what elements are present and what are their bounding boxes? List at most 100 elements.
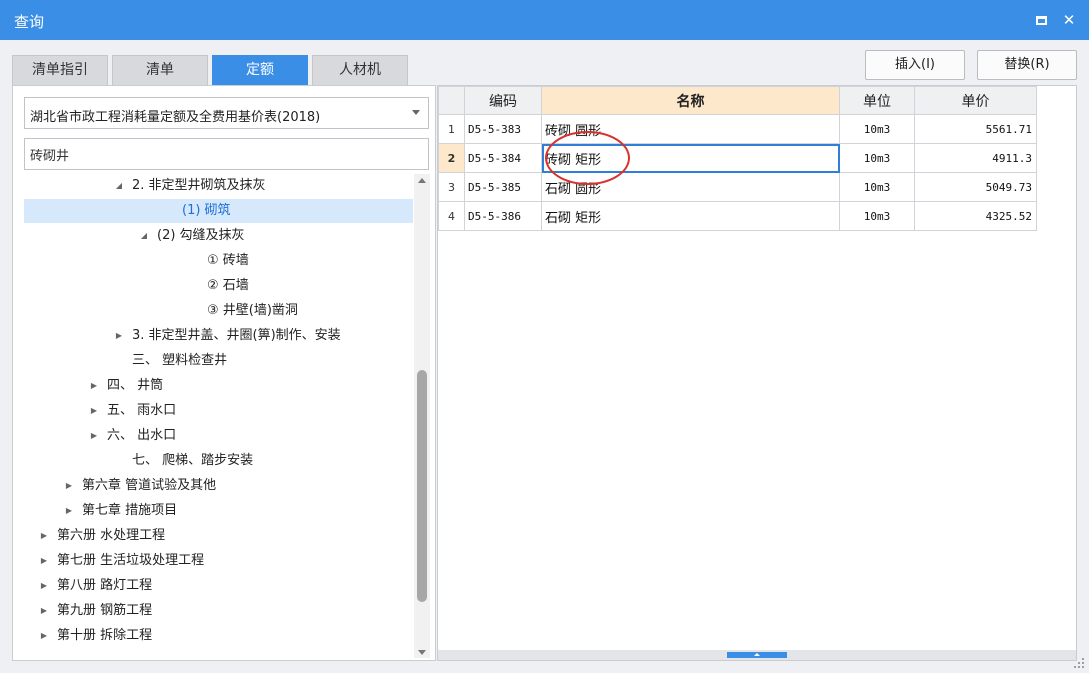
tree-collapsed-icon[interactable]: ▶ — [88, 424, 100, 448]
tree-node-label: 六、 出水口 — [107, 428, 177, 443]
tree-node[interactable]: ▶ 第七章 措施项目 — [24, 499, 413, 523]
tree-collapsed-icon[interactable]: ▶ — [88, 399, 100, 423]
tree-expanded-icon[interactable]: ◢ — [113, 174, 125, 198]
maximize-button[interactable] — [1030, 9, 1052, 31]
tree-node[interactable]: ▶ 3. 非定型井盖、井圈(箅)制作、安装 — [24, 324, 413, 348]
tree-collapsed-icon[interactable]: ▶ — [113, 324, 125, 348]
scroll-thumb[interactable] — [417, 370, 427, 602]
cell-code[interactable]: D5-5-384 — [464, 143, 542, 173]
close-button[interactable]: ✕ — [1058, 9, 1080, 31]
scroll-up-icon[interactable] — [418, 178, 426, 183]
tree-node[interactable]: ▶ 六、 出水口 — [24, 424, 413, 448]
tree-node-label: 第九册 钢筋工程 — [57, 603, 153, 618]
tree-node[interactable]: ③ 井壁(墙)凿洞 — [24, 299, 413, 323]
chevron-down-icon — [412, 110, 420, 115]
results-panel: 编码 名称 单位 单价 1 D5-5-383 砖砌 圆形 10m3 5561.7… — [437, 85, 1077, 661]
tree-node[interactable]: (1) 砌筑 — [24, 199, 413, 223]
cell-code[interactable]: D5-5-386 — [464, 201, 542, 231]
tree-node[interactable]: ▶ 第六册 水处理工程 — [24, 524, 413, 548]
quota-tree: ◢ 2. 非定型井砌筑及抹灰 (1) 砌筑 ◢ (2) 勾缝及抹灰 ① 砖墙 ② 石墙 ③ 井… — [24, 174, 413, 658]
cell-name[interactable]: 石砌 矩形 — [541, 201, 840, 231]
cell-price[interactable]: 4911.3 — [914, 143, 1037, 173]
table-row[interactable]: 4 D5-5-386 石砌 矩形 10m3 4325.52 — [438, 201, 1037, 231]
search-input[interactable] — [24, 138, 429, 170]
cell-name[interactable]: 砖砌 圆形 — [541, 114, 840, 144]
tree-node[interactable]: ◢ (2) 勾缝及抹灰 — [24, 224, 413, 248]
insert-button[interactable]: 插入(I) — [865, 50, 965, 80]
resize-grip-icon[interactable] — [1074, 658, 1086, 670]
library-select[interactable]: 湖北省市政工程消耗量定额及全费用基价表(2018) — [24, 97, 429, 129]
tree-scrollbar[interactable] — [414, 174, 430, 658]
cell-unit[interactable]: 10m3 — [839, 143, 915, 173]
column-header-name[interactable]: 名称 — [541, 86, 840, 115]
row-number: 4 — [438, 201, 465, 231]
tree-node[interactable]: ▶ 四、 井筒 — [24, 374, 413, 398]
window-title: 查询 — [14, 13, 45, 31]
tree-collapsed-icon[interactable]: ▶ — [38, 624, 50, 648]
cell-name-focused[interactable]: 砖砌 矩形 — [541, 143, 840, 173]
tree-node[interactable]: ② 石墙 — [24, 274, 413, 298]
cell-code[interactable]: D5-5-385 — [464, 172, 542, 202]
tree-node[interactable]: ◢ 2. 非定型井砌筑及抹灰 — [24, 174, 413, 198]
tree-node[interactable]: ▶ 第九册 钢筋工程 — [24, 599, 413, 623]
table-row-selected[interactable]: 2 D5-5-384 砖砌 矩形 10m3 4911.3 — [438, 143, 1037, 173]
table-header-row: 编码 名称 单位 单价 — [438, 86, 1037, 115]
table-row[interactable]: 3 D5-5-385 石砌 圆形 10m3 5049.73 — [438, 172, 1037, 202]
tree-node-label: 第六册 水处理工程 — [57, 528, 166, 543]
tree-collapsed-icon[interactable]: ▶ — [38, 549, 50, 573]
tab-labor-material-machine[interactable]: 人材机 — [312, 55, 408, 85]
splitter-grip[interactable] — [727, 652, 787, 658]
tree-node-label: 2. 非定型井砌筑及抹灰 — [132, 178, 266, 193]
maximize-icon — [1035, 16, 1047, 25]
cell-unit[interactable]: 10m3 — [839, 114, 915, 144]
cell-code[interactable]: D5-5-383 — [464, 114, 542, 144]
tab-quota[interactable]: 定额 — [212, 55, 308, 85]
cell-unit[interactable]: 10m3 — [839, 172, 915, 202]
tab-bill-guide[interactable]: 清单指引 — [12, 55, 108, 85]
tree-node-label: 七、 爬梯、踏步安装 — [132, 453, 254, 468]
tree-node-label: 第八册 路灯工程 — [57, 578, 153, 593]
tree-collapsed-icon[interactable]: ▶ — [63, 474, 75, 498]
tab-bill[interactable]: 清单 — [112, 55, 208, 85]
tree-node[interactable]: ▶ 第七册 生活垃圾处理工程 — [24, 549, 413, 573]
cell-name[interactable]: 石砌 圆形 — [541, 172, 840, 202]
tree-node-label: 第十册 拆除工程 — [57, 628, 153, 643]
table-row[interactable]: 1 D5-5-383 砖砌 圆形 10m3 5561.71 — [438, 114, 1037, 144]
tree-node[interactable]: ▶ 第十册 拆除工程 — [24, 624, 413, 648]
tree-node-label: ② 石墙 — [207, 278, 249, 293]
library-select-value: 湖北省市政工程消耗量定额及全费用基价表(2018) — [30, 110, 321, 125]
tree-collapsed-icon[interactable]: ▶ — [63, 499, 75, 523]
dialog-content: 清单指引 清单 定额 人材机 插入(I) 替换(R) 湖北省市政工程消耗量定额及… — [0, 40, 1089, 673]
cell-unit[interactable]: 10m3 — [839, 201, 915, 231]
tree-collapsed-icon[interactable]: ▶ — [38, 599, 50, 623]
column-header-unit[interactable]: 单位 — [839, 86, 915, 115]
horizontal-splitter[interactable] — [438, 650, 1076, 660]
cell-price[interactable]: 5561.71 — [914, 114, 1037, 144]
tree-collapsed-icon[interactable]: ▶ — [38, 524, 50, 548]
tree-node-label: 3. 非定型井盖、井圈(箅)制作、安装 — [132, 328, 341, 343]
tree-expanded-icon[interactable]: ◢ — [138, 224, 150, 248]
tree-collapsed-icon[interactable]: ▶ — [88, 374, 100, 398]
tree-node[interactable]: 七、 爬梯、踏步安装 — [24, 449, 413, 473]
cell-price[interactable]: 5049.73 — [914, 172, 1037, 202]
tree-node-label: 四、 井筒 — [107, 378, 164, 393]
replace-button[interactable]: 替换(R) — [977, 50, 1077, 80]
tree-node[interactable]: 三、 塑料检查井 — [24, 349, 413, 373]
scroll-down-icon[interactable] — [418, 650, 426, 655]
tree-node-label: 第七章 措施项目 — [82, 503, 178, 518]
tree-node[interactable]: ▶ 第六章 管道试验及其他 — [24, 474, 413, 498]
tree-node[interactable]: ▶ 五、 雨水口 — [24, 399, 413, 423]
close-icon: ✕ — [1062, 11, 1076, 29]
column-header-price[interactable]: 单价 — [914, 86, 1037, 115]
tree-collapsed-icon[interactable]: ▶ — [38, 574, 50, 598]
row-number: 3 — [438, 172, 465, 202]
tree-node[interactable]: ① 砖墙 — [24, 249, 413, 273]
tree-node[interactable]: ▶ 第八册 路灯工程 — [24, 574, 413, 598]
column-header-code[interactable]: 编码 — [464, 86, 542, 115]
cell-price[interactable]: 4325.52 — [914, 201, 1037, 231]
row-number: 2 — [438, 143, 465, 173]
tree-node-label: 五、 雨水口 — [107, 403, 177, 418]
